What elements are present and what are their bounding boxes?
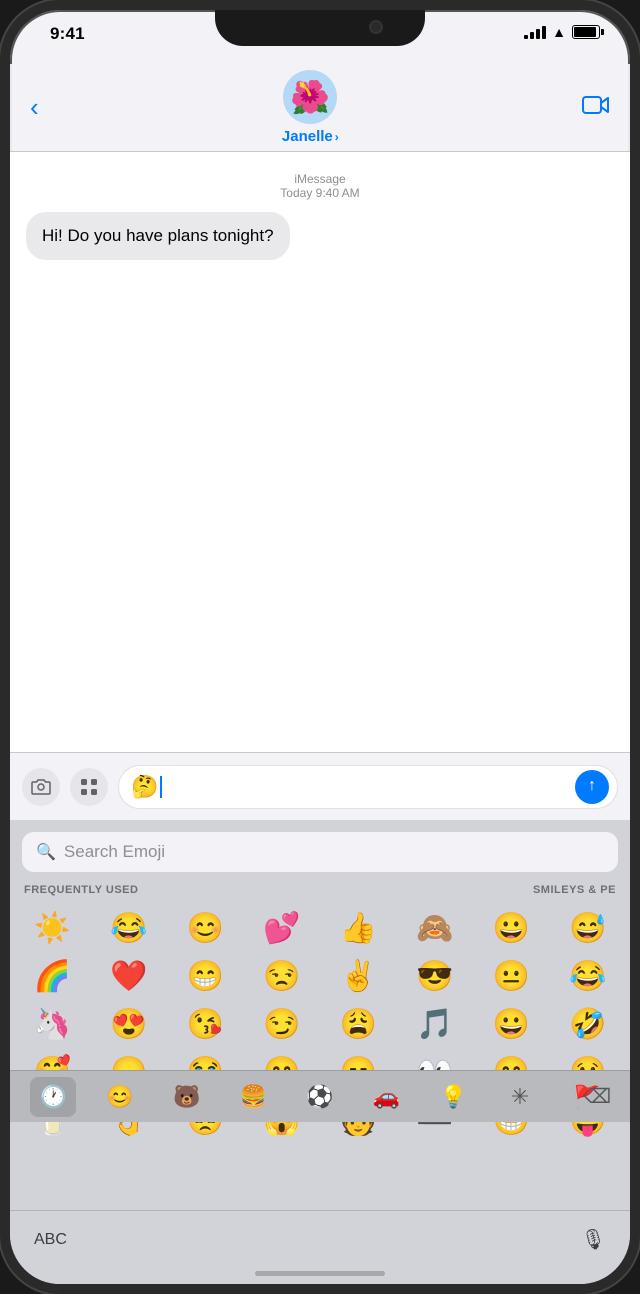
signal-bars-icon <box>524 25 546 39</box>
emoji-cell[interactable]: 😅 <box>550 904 627 952</box>
message-input[interactable]: 🤔 ↑ <box>118 765 618 809</box>
emoji-search-placeholder: Search Emoji <box>64 842 165 862</box>
emoji-cell[interactable]: 👍 <box>320 904 397 952</box>
emoji-cell[interactable]: 😩 <box>320 1000 397 1048</box>
emoji-toolbar-objects[interactable]: 💡 <box>430 1077 476 1117</box>
emoji-cell[interactable]: 😊 <box>167 904 244 952</box>
emoji-cell[interactable]: ❤️ <box>91 952 168 1000</box>
contact-name-row: Janelle › <box>282 128 339 145</box>
video-icon <box>582 94 610 116</box>
emoji-cell[interactable]: 🤣 <box>550 1000 627 1048</box>
emoji-search-bar[interactable]: 🔍 Search Emoji <box>22 832 618 872</box>
input-emoji: 🤔 <box>131 774 158 800</box>
emoji-toolbar-smileys[interactable]: 😊 <box>97 1077 143 1117</box>
message-timestamp: Today 9:40 AM <box>26 186 614 200</box>
emoji-cell[interactable]: 😀 <box>473 1000 550 1048</box>
input-area: 🤔 ↑ <box>10 752 630 820</box>
emoji-cell[interactable]: 😂 <box>550 952 627 1000</box>
emoji-toolbar-food[interactable]: 🍔 <box>230 1077 276 1117</box>
back-button[interactable]: ‹ <box>30 92 39 123</box>
message-bubble: Hi! Do you have plans tonight? <box>26 212 290 260</box>
header: ‹ 🌺 Janelle › <box>10 64 630 152</box>
emoji-cell[interactable]: 😁 <box>167 952 244 1000</box>
emoji-cell[interactable]: ☀️ <box>14 904 91 952</box>
delete-button[interactable]: ⌫ <box>574 1077 620 1117</box>
emoji-toolbar: 🕐😊🐻🍔⚽🚗💡✳🚩⌫ <box>10 1070 630 1122</box>
emoji-toolbar-animals[interactable]: 🐻 <box>164 1077 210 1117</box>
emoji-cell[interactable]: 😘 <box>167 1000 244 1048</box>
bottom-bar: ABC 🎙 <box>10 1210 630 1284</box>
camera-icon <box>31 779 51 795</box>
messages-area: iMessage Today 9:40 AM Hi! Do you have p… <box>10 152 630 764</box>
emoji-cell[interactable]: 🌈 <box>14 952 91 1000</box>
emoji-cell[interactable]: 💕 <box>244 904 321 952</box>
text-cursor <box>160 776 162 798</box>
send-button[interactable]: ↑ <box>575 770 609 804</box>
emoji-cell[interactable]: 😎 <box>397 952 474 1000</box>
emoji-cell[interactable]: 😒 <box>244 952 321 1000</box>
video-call-button[interactable] <box>582 94 610 122</box>
emoji-cell[interactable]: 😀 <box>473 904 550 952</box>
apps-button[interactable] <box>70 768 108 806</box>
contact-chevron-icon: › <box>335 130 339 144</box>
emoji-cell[interactable]: 😍 <box>91 1000 168 1048</box>
battery-icon <box>572 25 600 39</box>
emoji-toolbar-activities[interactable]: ⚽ <box>297 1077 343 1117</box>
wifi-icon: ▲ <box>552 24 566 40</box>
search-icon: 🔍 <box>36 842 56 862</box>
avatar: 🌺 <box>283 70 337 124</box>
apps-icon <box>80 778 98 796</box>
camera-button[interactable] <box>22 768 60 806</box>
emoji-toolbar-symbols[interactable]: ✳ <box>497 1077 543 1117</box>
abc-label[interactable]: ABC <box>34 1231 67 1249</box>
emoji-cell[interactable]: 🙈 <box>397 904 474 952</box>
mic-icon[interactable]: 🎙 <box>581 1227 606 1252</box>
send-arrow-icon: ↑ <box>588 777 596 795</box>
emoji-cell[interactable]: 🦄 <box>14 1000 91 1048</box>
message-service-label: iMessage <box>26 172 614 186</box>
message-meta: iMessage Today 9:40 AM <box>26 172 614 200</box>
status-icons: ▲ <box>524 24 600 40</box>
emoji-category-header: FREQUENTLY USED SMILEYS & PE <box>10 880 630 900</box>
camera-dot <box>369 20 383 34</box>
status-time: 9:41 <box>50 24 85 44</box>
contact-info[interactable]: 🌺 Janelle › <box>282 70 339 145</box>
emoji-cell[interactable]: 😏 <box>244 1000 321 1048</box>
emoji-toolbar-recent[interactable]: 🕐 <box>30 1077 76 1117</box>
emoji-toolbar-travel[interactable]: 🚗 <box>364 1077 410 1117</box>
category-smileys: SMILEYS & PE <box>533 884 616 896</box>
emoji-cell[interactable]: 😂 <box>91 904 168 952</box>
emoji-keyboard: 🔍 Search Emoji FREQUENTLY USED SMILEYS &… <box>10 820 630 1284</box>
emoji-cell[interactable]: ✌️ <box>320 952 397 1000</box>
notch <box>215 10 425 46</box>
phone-frame: 9:41 ▲ ‹ 🌺 Janelle › <box>0 0 640 1294</box>
category-frequently-used: FREQUENTLY USED <box>24 884 138 896</box>
emoji-cell[interactable]: 😐 <box>473 952 550 1000</box>
emoji-cell[interactable]: 🎵 <box>397 1000 474 1048</box>
received-message: Hi! Do you have plans tonight? <box>26 212 614 260</box>
home-indicator <box>255 1271 385 1276</box>
